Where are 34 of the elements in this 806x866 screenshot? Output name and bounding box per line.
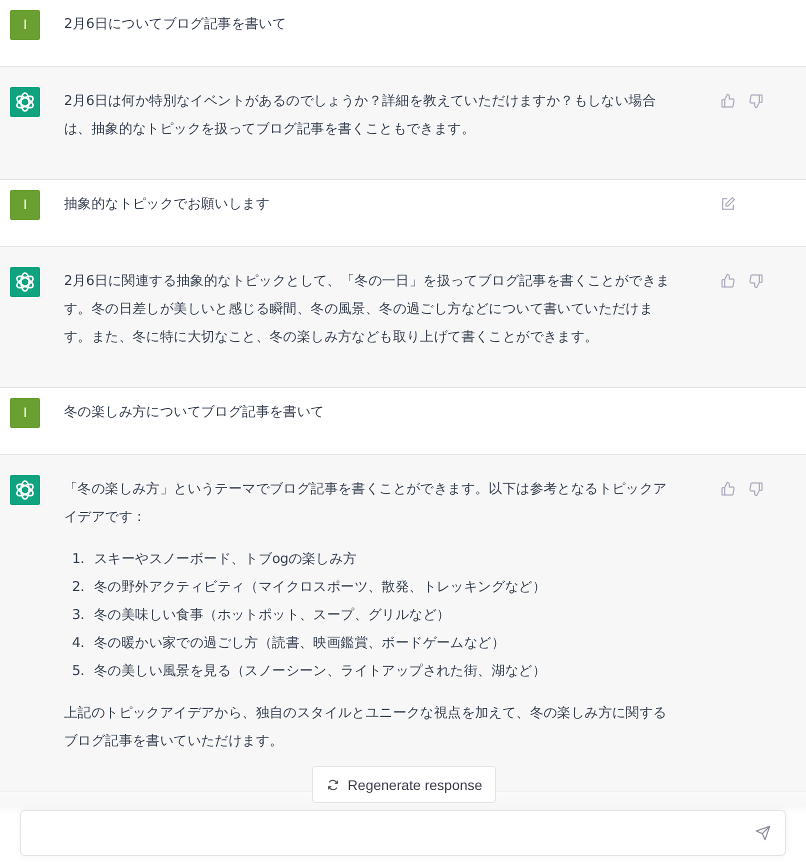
message-text: 2月6日に関連する抽象的なトピックとして、「冬の一日」を扱ってブログ記事を書くことができます。冬の日差しが美しいと感じる瞬間、冬の風景、冬の過ごし方などについて書いていただけます。また、冬に特に大切なこと、冬の楽しみ方なども取り上げて書くことができます。 [64,272,671,347]
user-avatar: I [10,10,40,40]
send-icon[interactable] [755,825,771,841]
message-text: 抽象的なトピックでお願いします [64,195,271,214]
refresh-icon [326,778,340,792]
message-input[interactable] [20,810,786,856]
message-text: 「冬の楽しみ方」というテーマでブログ記事を書くことができます。以下は参考となるトピックアイデアです： [64,480,668,527]
edit-icon[interactable] [720,196,736,212]
thumbs-down-icon[interactable] [748,93,764,109]
list-item-text: 冬の野外アクティビティ（マイクロスポーツ、散発、トレッキングなど） [94,578,546,597]
thumbs-up-icon[interactable] [720,273,736,289]
user-avatar: I [10,190,40,220]
assistant-logo-icon [10,267,40,297]
user-avatar: I [10,398,40,428]
list-item-text: 冬の美味しい食事（ホットポット、スープ、グリルなど） [94,606,450,625]
list-number: 1. [72,550,86,569]
list-number: 5. [72,662,86,681]
assistant-logo-icon [10,475,40,505]
thumbs-up-icon[interactable] [720,93,736,109]
list-number: 3. [72,606,86,625]
regenerate-button[interactable]: Regenerate response [312,766,496,803]
list-item-text: 冬の美しい風景を見る（スノーシーン、ライトアップされた街、湖など） [94,662,546,681]
message-text: 冬の楽しみ方についてブログ記事を書いて [64,403,326,422]
list-item-text: スキーやスノーボード、トブogの楽しみ方 [94,550,357,569]
message-text: 2月6日についてブログ記事を書いて [64,15,288,34]
assistant-logo-icon [10,87,40,117]
list-number: 2. [72,578,86,597]
message-text: 上記のトピックアイデアから、独自のスタイルとユニークな視点を加えて、冬の楽しみ方に関するブログ記事を書いていただけます。 [64,704,668,751]
thumbs-down-icon[interactable] [748,273,764,289]
list-number: 4. [72,634,86,653]
message-text: 2月6日は何か特別なイベントがあるのでしょうか？詳細を教えていただけますか？もしない場合は、抽象的なトピックを扱ってブログ記事を書くこともできます。 [64,92,657,139]
thumbs-down-icon[interactable] [748,481,764,497]
list-item-text: 冬の暖かい家での過ごし方（読書、映画鑑賞、ボードゲームなど） [94,634,506,653]
thumbs-up-icon[interactable] [720,481,736,497]
